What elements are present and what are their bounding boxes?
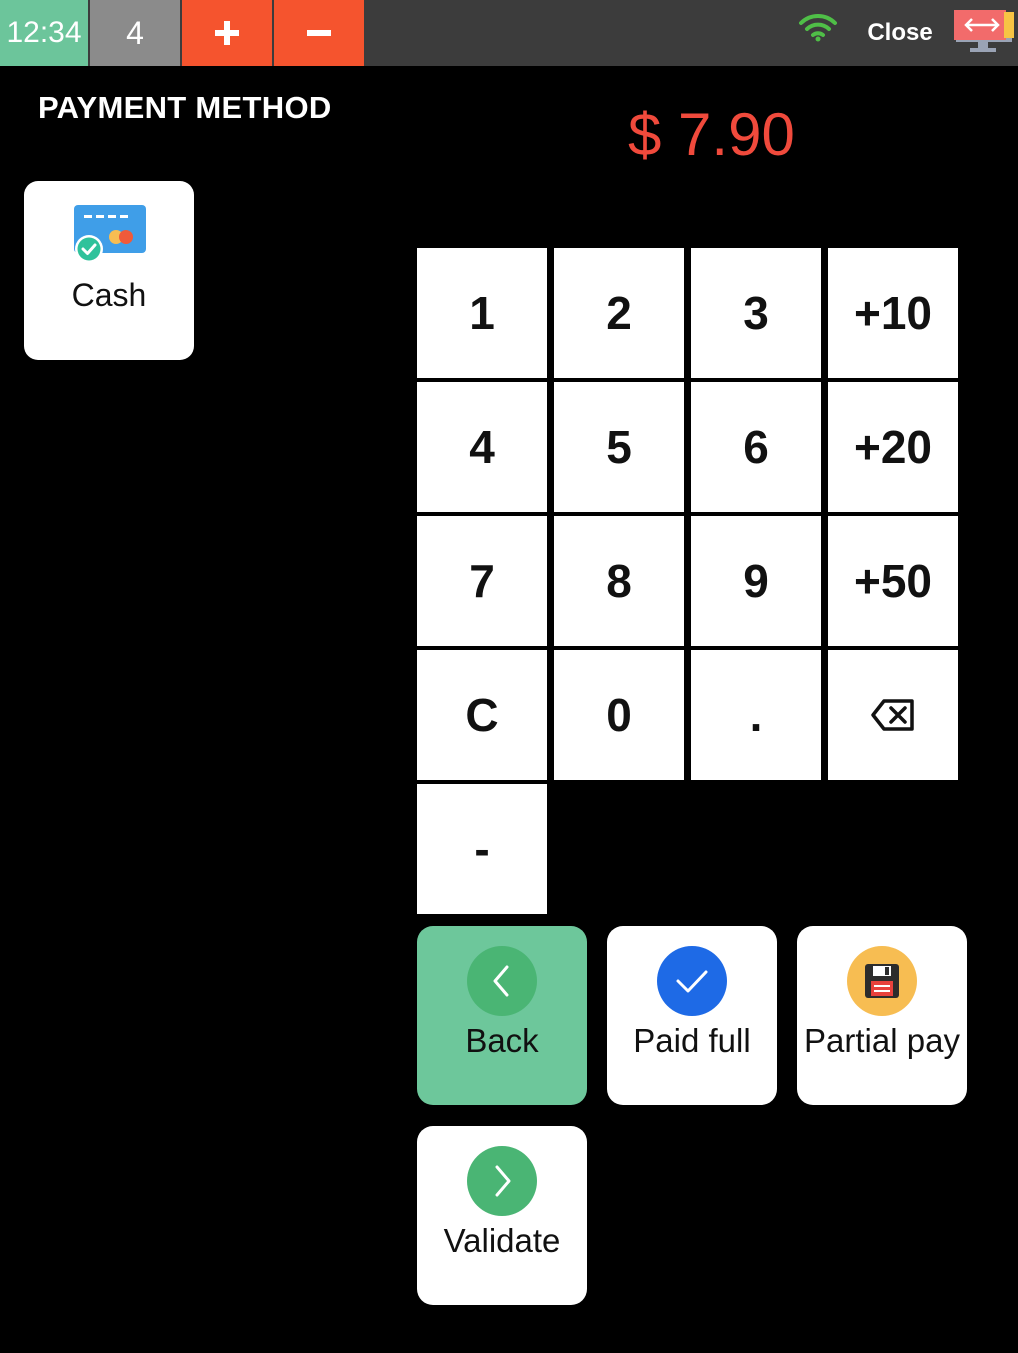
key-decimal[interactable]: . [691, 650, 821, 780]
payment-method-label: Cash [71, 277, 147, 313]
check-icon [657, 946, 727, 1016]
top-bar: 12:34 4 Close [0, 0, 1018, 66]
partial-pay-button[interactable]: Partial pay [797, 926, 967, 1105]
plus-icon [215, 21, 239, 45]
key-minus[interactable]: - [417, 784, 547, 914]
paid-full-button[interactable]: Paid full [607, 926, 777, 1105]
key-backspace[interactable] [828, 650, 958, 780]
credit-card-icon [74, 205, 146, 263]
key-0[interactable]: 0 [554, 650, 684, 780]
backspace-icon [871, 699, 914, 731]
key-plus-10[interactable]: +10 [828, 248, 958, 378]
key-6[interactable]: 6 [691, 382, 821, 512]
order-count[interactable]: 4 [90, 0, 180, 66]
screen-switch-icon[interactable] [952, 8, 1016, 56]
key-1[interactable]: 1 [417, 248, 547, 378]
add-button[interactable] [182, 0, 272, 66]
key-clear[interactable]: C [417, 650, 547, 780]
key-plus-50[interactable]: +50 [828, 516, 958, 646]
key-9[interactable]: 9 [691, 516, 821, 646]
partial-pay-label: Partial pay [804, 1022, 960, 1059]
back-button[interactable]: Back [417, 926, 587, 1105]
minus-icon [307, 30, 331, 36]
forward-icon [467, 1146, 537, 1216]
key-5[interactable]: 5 [554, 382, 684, 512]
amount-due: $ 7.90 [628, 101, 795, 168]
close-button[interactable]: Close [855, 0, 945, 66]
validate-label: Validate [443, 1222, 561, 1259]
key-3[interactable]: 3 [691, 248, 821, 378]
key-7[interactable]: 7 [417, 516, 547, 646]
validate-button[interactable]: Validate [417, 1126, 587, 1305]
key-4[interactable]: 4 [417, 382, 547, 512]
key-8[interactable]: 8 [554, 516, 684, 646]
payment-method-cash[interactable]: Cash [24, 181, 194, 360]
save-disk-icon [847, 946, 917, 1016]
remove-button[interactable] [274, 0, 364, 66]
back-icon [467, 946, 537, 1016]
clock: 12:34 [0, 0, 88, 66]
pos-payment-screen: 12:34 4 Close PAYMENT METHOD $ 7.90 Cash… [0, 0, 1018, 1353]
page-title: PAYMENT METHOD [38, 90, 332, 125]
paid-full-label: Paid full [633, 1022, 751, 1059]
key-plus-20[interactable]: +20 [828, 382, 958, 512]
back-label: Back [465, 1022, 539, 1059]
wifi-icon [799, 13, 837, 42]
key-2[interactable]: 2 [554, 248, 684, 378]
